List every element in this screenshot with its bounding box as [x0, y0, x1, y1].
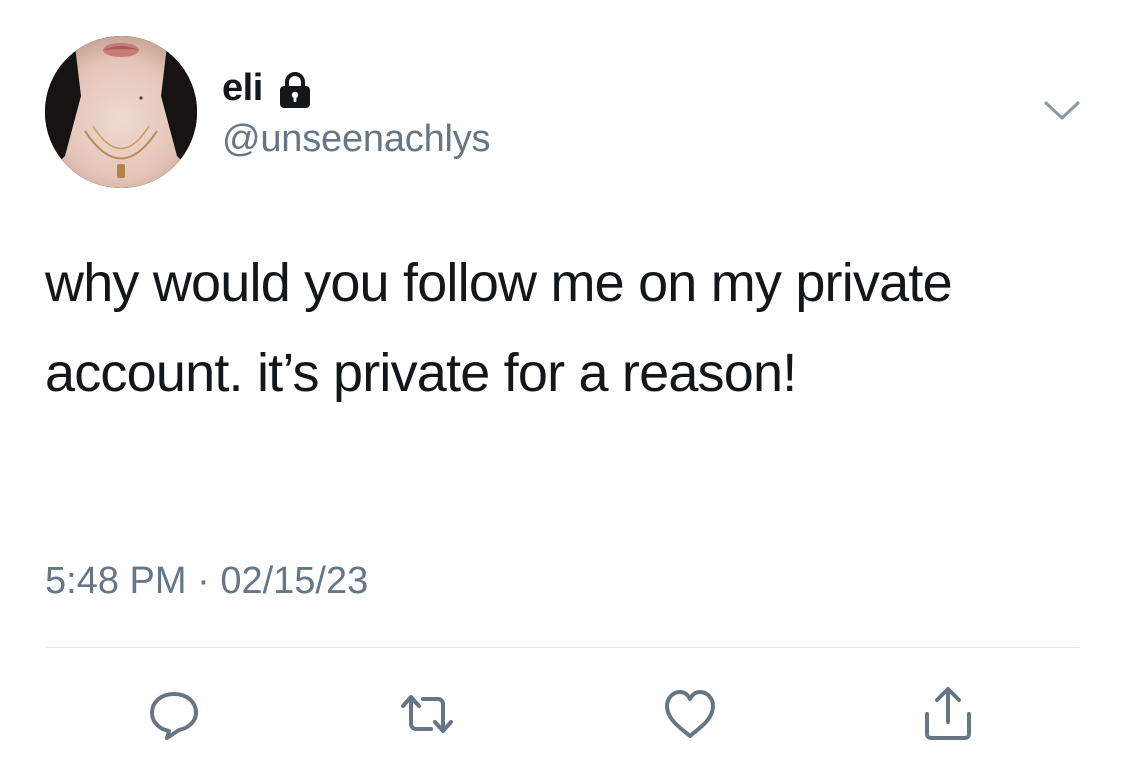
like-button[interactable]: [660, 684, 720, 744]
avatar-image: [45, 36, 197, 188]
display-name[interactable]: eli: [222, 67, 263, 110]
author-row: eli: [222, 66, 315, 110]
retweet-button[interactable]: [397, 684, 457, 744]
lock-icon: [275, 70, 315, 110]
tweet-card: eli @unseenachlys why would you follow m…: [0, 0, 1125, 781]
divider: [45, 647, 1080, 648]
timestamp-separator: ·: [186, 560, 221, 602]
user-handle[interactable]: @unseenachlys: [222, 118, 491, 161]
share-button[interactable]: [918, 684, 978, 744]
reply-button[interactable]: [144, 684, 204, 744]
heart-icon: [665, 690, 715, 738]
retweet-icon: [401, 695, 453, 733]
tweet-timestamp[interactable]: 5:48 PM · 02/15/23: [45, 560, 368, 603]
share-icon: [925, 687, 971, 740]
avatar[interactable]: [45, 36, 197, 188]
tweet-text: why would you follow me on my private ac…: [45, 253, 953, 403]
chevron-down-icon[interactable]: [1042, 98, 1082, 124]
tweet-date: 02/15/23: [220, 560, 369, 602]
tweet-time: 5:48 PM: [45, 560, 187, 602]
reply-icon: [150, 692, 198, 740]
